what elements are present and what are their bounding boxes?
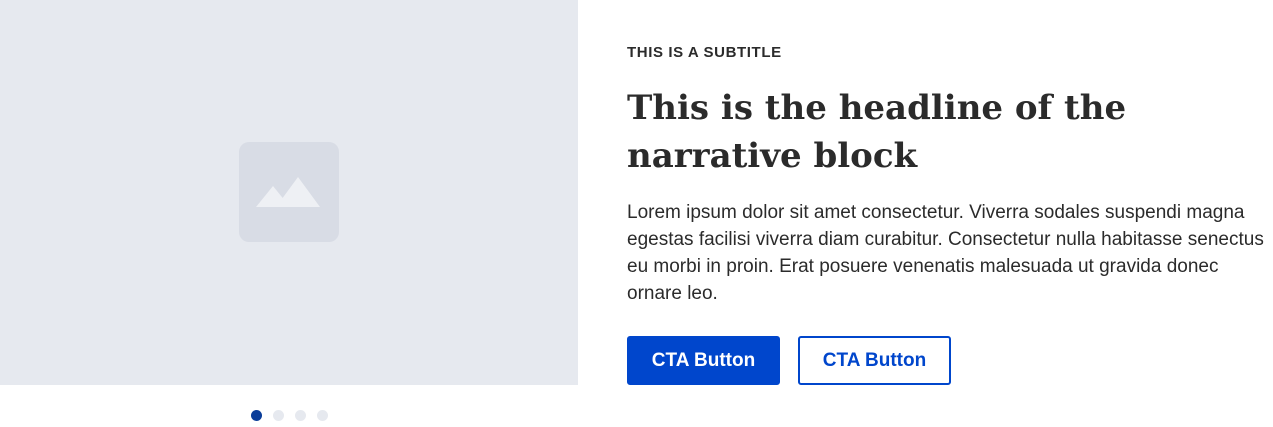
carousel-dot-4[interactable] [317,410,328,421]
image-placeholder-icon [239,142,339,242]
carousel-pagination [251,410,328,421]
media-placeholder [0,0,578,385]
headline: This is the headline of the narrative bl… [627,88,1127,176]
carousel-dot-1[interactable] [251,410,262,421]
carousel-dot-3[interactable] [295,410,306,421]
subtitle: THIS IS A SUBTITLE [627,44,782,61]
cta-buttons: CTA Button CTA Button [627,336,951,385]
carousel-dot-2[interactable] [273,410,284,421]
secondary-cta-button[interactable]: CTA Button [798,336,951,385]
body-text: Lorem ipsum dolor sit amet consectetur. … [627,202,1264,304]
primary-cta-button[interactable]: CTA Button [627,336,780,385]
